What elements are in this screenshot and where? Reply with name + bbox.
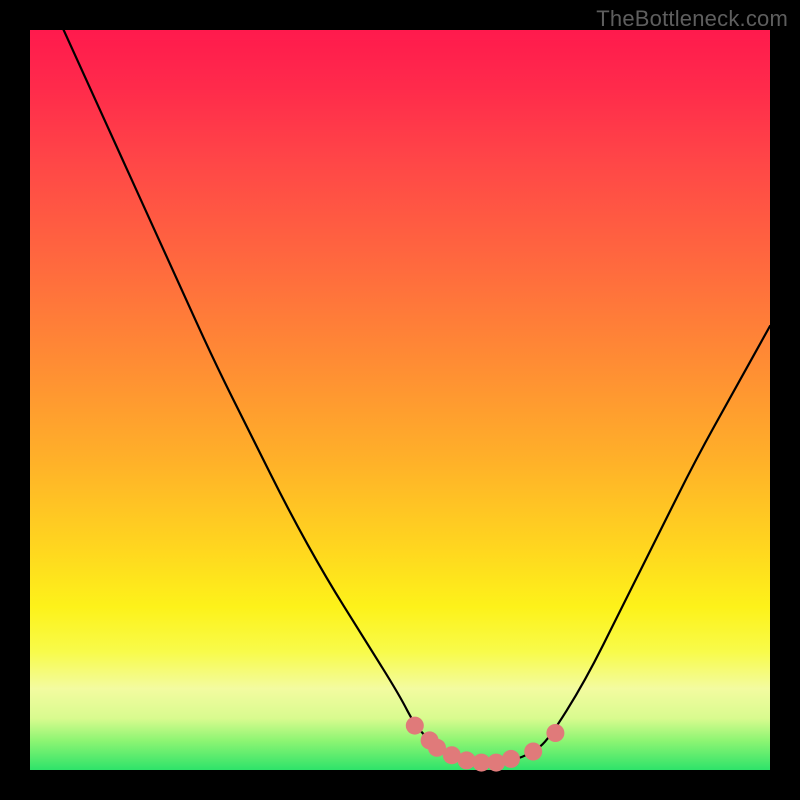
marker-dot <box>524 743 542 761</box>
marker-dot <box>546 724 564 742</box>
plot-area <box>30 30 770 770</box>
watermark-text: TheBottleneck.com <box>596 6 788 32</box>
bottleneck-curve <box>30 0 770 763</box>
marker-dot <box>406 717 424 735</box>
marker-dot <box>502 750 520 768</box>
optimal-range-markers <box>406 717 565 772</box>
chart-frame: TheBottleneck.com <box>0 0 800 800</box>
curve-svg <box>30 30 770 770</box>
